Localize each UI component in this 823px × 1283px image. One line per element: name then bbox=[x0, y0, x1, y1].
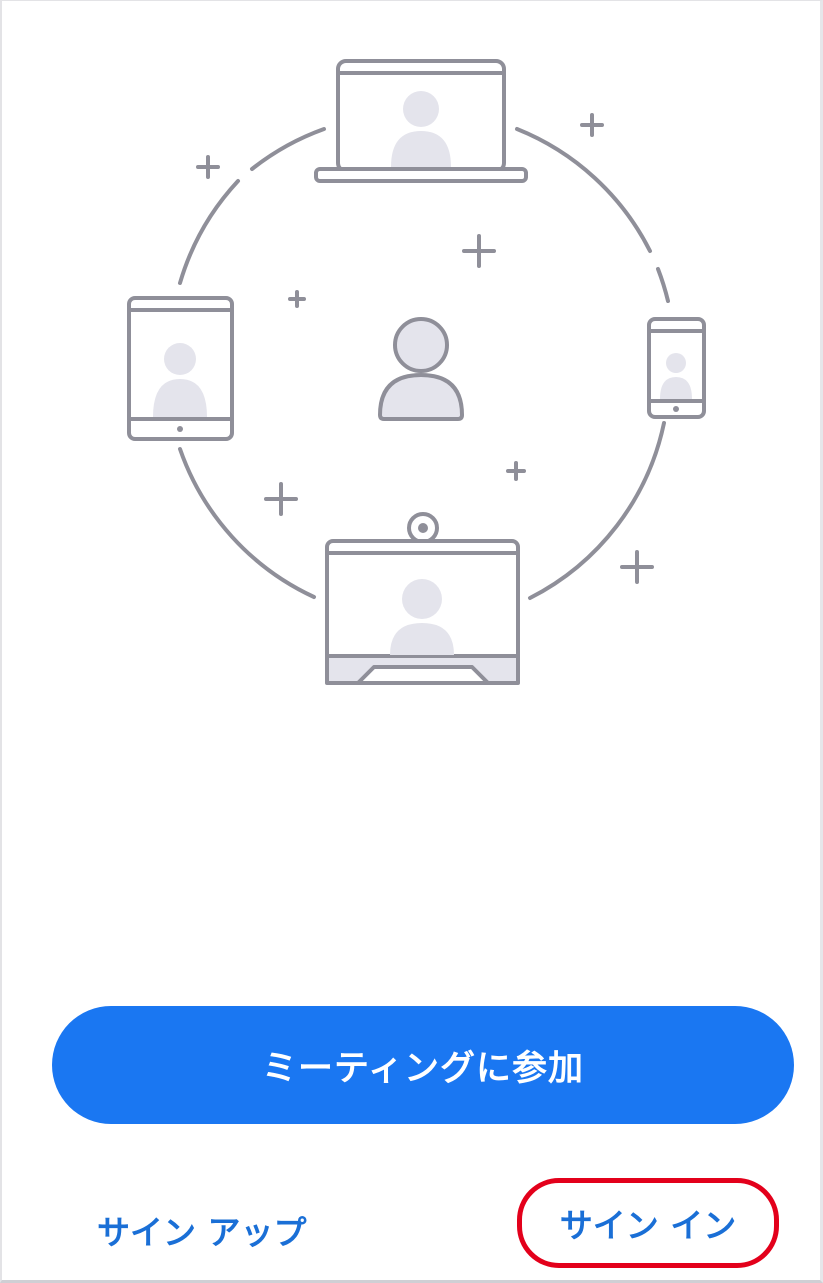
sign-in-highlight: サイン イン bbox=[517, 1178, 779, 1268]
meeting-devices-illustration bbox=[127, 59, 706, 685]
sign-up-link[interactable]: サイン アップ bbox=[97, 1206, 307, 1254]
sign-in-link[interactable]: サイン イン bbox=[560, 1199, 737, 1247]
zoom-welcome-screen: ミーティングに参加 サイン アップ サイン イン bbox=[0, 0, 823, 1283]
laptop-icon bbox=[314, 59, 528, 183]
join-meeting-button[interactable]: ミーティングに参加 bbox=[52, 1006, 794, 1124]
user-icon bbox=[377, 317, 465, 421]
phone-icon bbox=[647, 317, 706, 419]
video-room-system-icon bbox=[325, 512, 520, 685]
tablet-icon bbox=[127, 296, 234, 441]
